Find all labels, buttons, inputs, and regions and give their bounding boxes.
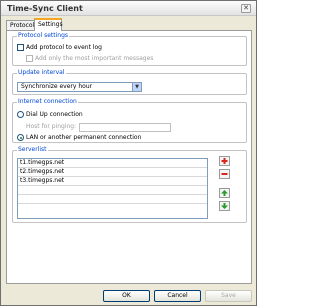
serverlist-title: Serverlist [17,146,48,154]
serverlist-group: Serverlist t1.timegps.net t2.timegps.net… [12,146,247,223]
server-list[interactable]: t1.timegps.net t2.timegps.net t3.timegps… [17,158,208,219]
close-button[interactable]: ✕ [241,4,251,13]
event-log-option[interactable]: Add protocol to event log [17,44,102,51]
dial-up-label: Dial Up connection [26,111,83,118]
main-window: Time-Sync Client ✕ Protocol Settings Pro… [0,0,257,306]
remove-server-button[interactable] [219,169,230,179]
list-item[interactable] [18,186,207,195]
list-item[interactable] [18,204,207,213]
lan-label: LAN or another permanent connection [26,134,142,141]
add-server-button[interactable] [219,156,230,166]
close-icon: ✕ [243,4,249,12]
update-interval-group: Update interval Synchronize every hour ▼ [12,69,247,95]
lan-option[interactable]: LAN or another permanent connection [17,134,141,141]
important-only-option[interactable]: Add only the most important messages [26,55,153,62]
important-only-checkbox[interactable] [26,55,33,62]
dial-up-option[interactable]: Dial Up connection [17,111,83,118]
chevron-down-icon[interactable]: ▼ [132,83,141,91]
minus-icon [221,173,228,175]
move-up-button[interactable] [219,188,230,198]
host-input[interactable] [79,123,171,132]
settings-panel: Protocol settings Add protocol to event … [6,30,252,284]
protocol-settings-title: Protocol settings [17,32,70,40]
arrow-up-icon [221,190,228,196]
save-button[interactable]: Save [205,290,252,302]
move-down-button[interactable] [219,201,230,211]
title-bar: Time-Sync Client ✕ [1,1,256,16]
internet-connection-title: Internet connection [17,98,78,106]
host-label: Host for pinging: [26,123,77,130]
list-item[interactable]: t2.timegps.net [18,168,207,177]
update-interval-title: Update interval [17,69,66,77]
internet-connection-group: Internet connection Dial Up connection H… [12,98,247,143]
lan-radio[interactable] [17,134,24,141]
arrow-down-icon [221,203,228,209]
window-title: Time-Sync Client [7,4,83,13]
event-log-label: Add protocol to event log [26,44,102,51]
update-interval-value: Synchronize every hour [21,83,93,90]
tab-settings[interactable]: Settings [34,18,63,31]
ok-button[interactable]: OK [103,290,150,302]
list-item[interactable]: t1.timegps.net [18,159,207,168]
event-log-checkbox[interactable] [17,44,24,51]
important-only-label: Add only the most important messages [35,55,154,62]
tab-protocol[interactable]: Protocol [6,20,35,30]
protocol-settings-group: Protocol settings Add protocol to event … [12,32,247,66]
update-interval-select[interactable]: Synchronize every hour ▼ [17,82,142,92]
cancel-button[interactable]: Cancel [154,290,201,302]
list-item[interactable]: t3.timegps.net [18,177,207,186]
dial-up-radio[interactable] [17,111,24,118]
list-item[interactable] [18,195,207,204]
host-label-row: Host for pinging: [26,123,76,130]
plus-icon [221,158,228,164]
